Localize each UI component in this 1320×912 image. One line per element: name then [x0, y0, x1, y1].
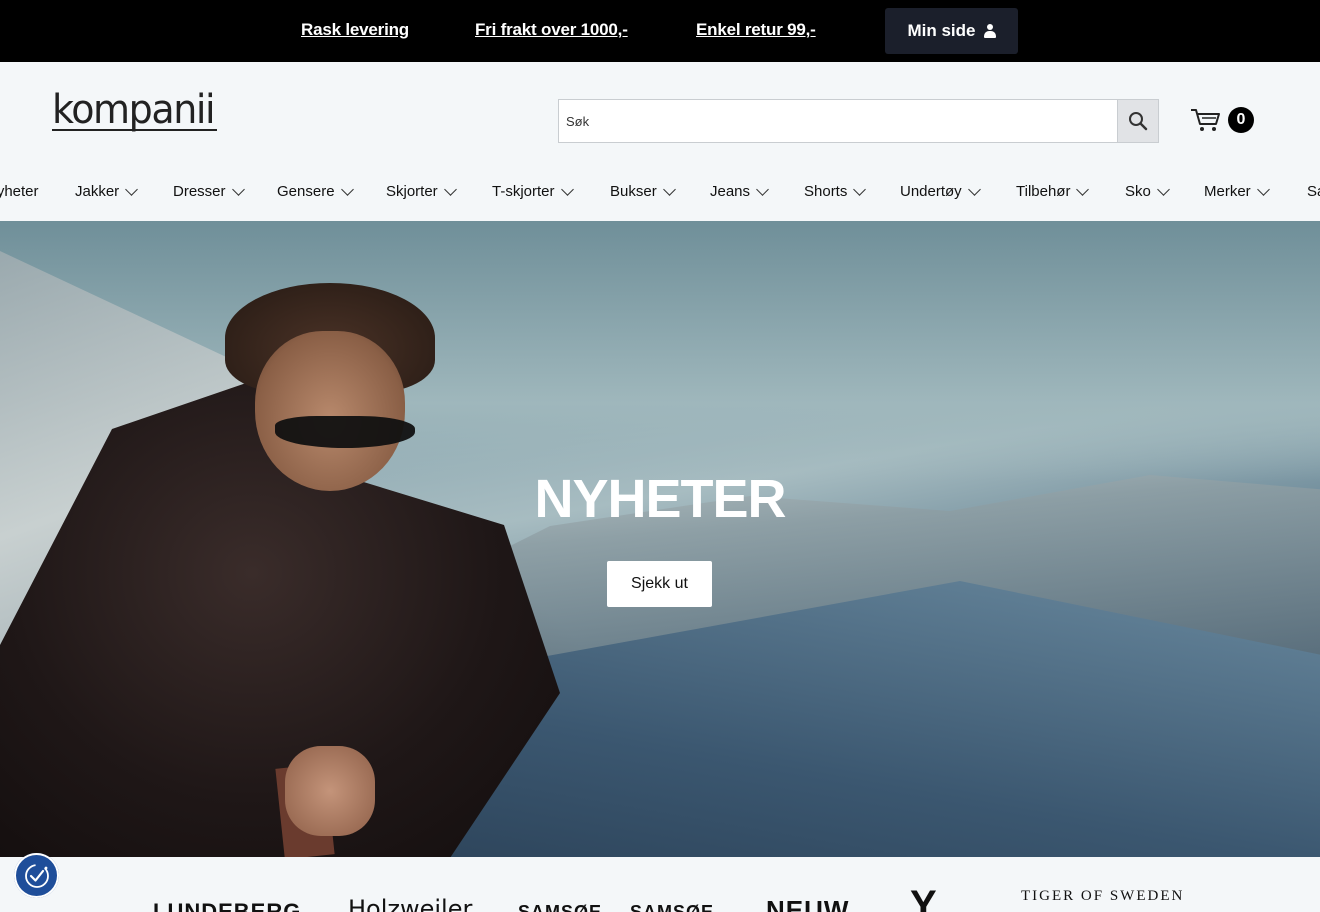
- nav-item-label: Gensere: [277, 183, 335, 200]
- chevron-down-icon: [560, 182, 574, 196]
- chevron-down-icon: [967, 182, 981, 196]
- user-icon: [983, 24, 996, 38]
- nav-item-salg[interactable]: Salg: [1307, 183, 1320, 200]
- cookie-consent-button[interactable]: [14, 853, 59, 898]
- nav-item-label: Sko: [1125, 183, 1151, 200]
- nav-item-label: Tilbehør: [1016, 183, 1071, 200]
- hero-banner[interactable]: NYHETER Sjekk ut: [0, 221, 1320, 857]
- hero-model-sunglasses: [275, 416, 415, 448]
- promo-link-fast-delivery[interactable]: Rask levering: [301, 20, 409, 40]
- search-bar: [558, 99, 1159, 143]
- brand-logo-lundeberg[interactable]: LUNDEBERG: [153, 899, 301, 912]
- brand-logo-tiger-of-sweden[interactable]: TIGER OF SWEDEN: [1021, 888, 1184, 905]
- nav-item-t-skjorter[interactable]: T-skjorter: [492, 182, 574, 200]
- top-promo-bar: Rask levering Fri frakt over 1000,- Enke…: [0, 0, 1320, 62]
- chevron-down-icon: [853, 182, 867, 196]
- search-button[interactable]: [1117, 100, 1158, 142]
- kompanii-logo[interactable]: kompanii: [52, 90, 222, 136]
- nav-item-label: Nyheter: [0, 183, 39, 200]
- nav-item-tilbehor[interactable]: Tilbehør: [1016, 182, 1090, 200]
- brand-logo-samsoe-2[interactable]: SAMSØE: [630, 902, 714, 912]
- cart-button[interactable]: 0: [1190, 104, 1256, 136]
- hero-title: NYHETER: [534, 469, 786, 529]
- promo-link-easy-return[interactable]: Enkel retur 99,-: [696, 20, 816, 40]
- search-input[interactable]: [559, 100, 1117, 142]
- chevron-down-icon: [125, 182, 139, 196]
- chevron-down-icon: [1076, 182, 1090, 196]
- chevron-down-icon: [1256, 182, 1270, 196]
- main-nav: Nyheter Jakker Dresser Gensere Skjorter …: [0, 179, 1320, 207]
- nav-item-label: Salg: [1307, 183, 1320, 200]
- nav-item-merker[interactable]: Merker: [1204, 182, 1270, 200]
- hero-cta-button[interactable]: Sjekk ut: [607, 561, 712, 607]
- my-page-label: Min side: [907, 21, 976, 40]
- brand-logo-y[interactable]: Y: [910, 883, 937, 912]
- nav-item-nyheter[interactable]: Nyheter: [0, 183, 39, 200]
- chevron-down-icon: [1156, 182, 1170, 196]
- nav-item-label: Jakker: [75, 183, 120, 200]
- nav-item-shorts[interactable]: Shorts: [804, 182, 867, 200]
- nav-item-label: Shorts: [804, 183, 848, 200]
- brand-logo-samsoe[interactable]: SAMSØE: [518, 902, 602, 912]
- nav-item-label: Jeans: [710, 183, 751, 200]
- nav-item-dresser[interactable]: Dresser: [173, 182, 245, 200]
- chevron-down-icon: [340, 182, 354, 196]
- nav-item-gensere[interactable]: Gensere: [277, 182, 354, 200]
- my-page-button[interactable]: Min side: [885, 8, 1018, 54]
- nav-item-label: Merker: [1204, 183, 1251, 200]
- promo-link-free-shipping[interactable]: Fri frakt over 1000,-: [475, 20, 628, 40]
- nav-item-jeans[interactable]: Jeans: [710, 182, 769, 200]
- logo-underline: [52, 129, 217, 131]
- chevron-down-icon: [756, 182, 769, 196]
- logo-text: kompanii: [52, 87, 216, 133]
- chevron-down-icon: [231, 182, 245, 196]
- cart-count-badge: 0: [1228, 107, 1254, 133]
- chevron-down-icon: [662, 182, 676, 196]
- hero-model-hand: [285, 746, 375, 836]
- nav-item-label: Bukser: [610, 183, 657, 200]
- nav-item-undertoy[interactable]: Undertøy: [900, 182, 981, 200]
- nav-item-label: T-skjorter: [492, 183, 555, 200]
- search-icon: [1129, 112, 1148, 131]
- site-header: kompanii 0 Nyheter Jakker Dresser Genser…: [0, 62, 1320, 221]
- brand-logo-strip: LUNDEBERG Holzweiler SAMSØE SAMSØE NEUW …: [0, 857, 1320, 912]
- nav-item-jakker[interactable]: Jakker: [75, 182, 139, 200]
- brand-logo-neuw[interactable]: NEUW: [766, 895, 849, 912]
- hero-model-face: [255, 331, 405, 491]
- nav-item-sko[interactable]: Sko: [1125, 182, 1170, 200]
- cookie-consent-icon: [24, 863, 49, 888]
- chevron-down-icon: [443, 182, 457, 196]
- nav-item-skjorter[interactable]: Skjorter: [386, 182, 457, 200]
- brand-logo-holzweiler[interactable]: Holzweiler: [348, 895, 472, 912]
- nav-item-bukser[interactable]: Bukser: [610, 182, 676, 200]
- nav-item-label: Undertøy: [900, 183, 962, 200]
- nav-item-label: Dresser: [173, 183, 226, 200]
- cart-icon: [1191, 109, 1220, 131]
- nav-item-label: Skjorter: [386, 183, 438, 200]
